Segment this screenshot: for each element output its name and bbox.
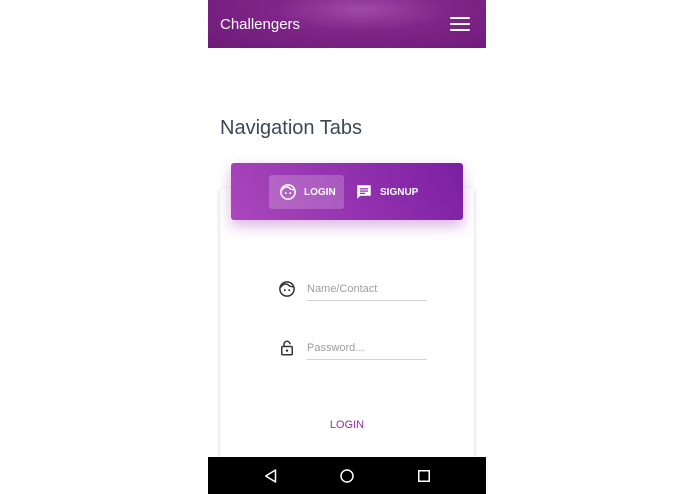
login-button[interactable]: LOGIN [312, 416, 382, 434]
home-circle-icon[interactable] [338, 467, 356, 485]
login-card [220, 188, 474, 478]
app-title: Challengers [220, 16, 301, 33]
tabs-header: LOGIN SIGNUP [231, 163, 463, 220]
password-input[interactable] [307, 337, 427, 360]
name-contact-input[interactable] [307, 278, 427, 301]
face-icon [279, 183, 297, 201]
lock-open-icon [278, 339, 296, 357]
tab-login[interactable]: LOGIN [269, 175, 344, 209]
recent-square-icon[interactable] [415, 467, 433, 485]
tab-login-label: LOGIN [304, 186, 336, 198]
android-nav-bar [208, 457, 486, 494]
back-triangle-icon[interactable] [262, 467, 280, 485]
hamburger-menu-icon[interactable] [450, 17, 470, 31]
face-icon [278, 280, 296, 298]
chat-icon [355, 183, 373, 201]
page-heading: Navigation Tabs [220, 117, 362, 139]
name-field-row [278, 276, 428, 306]
tab-signup-label: SIGNUP [380, 186, 419, 198]
tab-signup[interactable]: SIGNUP [349, 175, 419, 209]
app-bar: Challengers [208, 0, 486, 48]
password-field-row [278, 335, 428, 365]
phone-screen: Challengers Navigation Tabs LOGIN SIGNUP [208, 0, 486, 494]
